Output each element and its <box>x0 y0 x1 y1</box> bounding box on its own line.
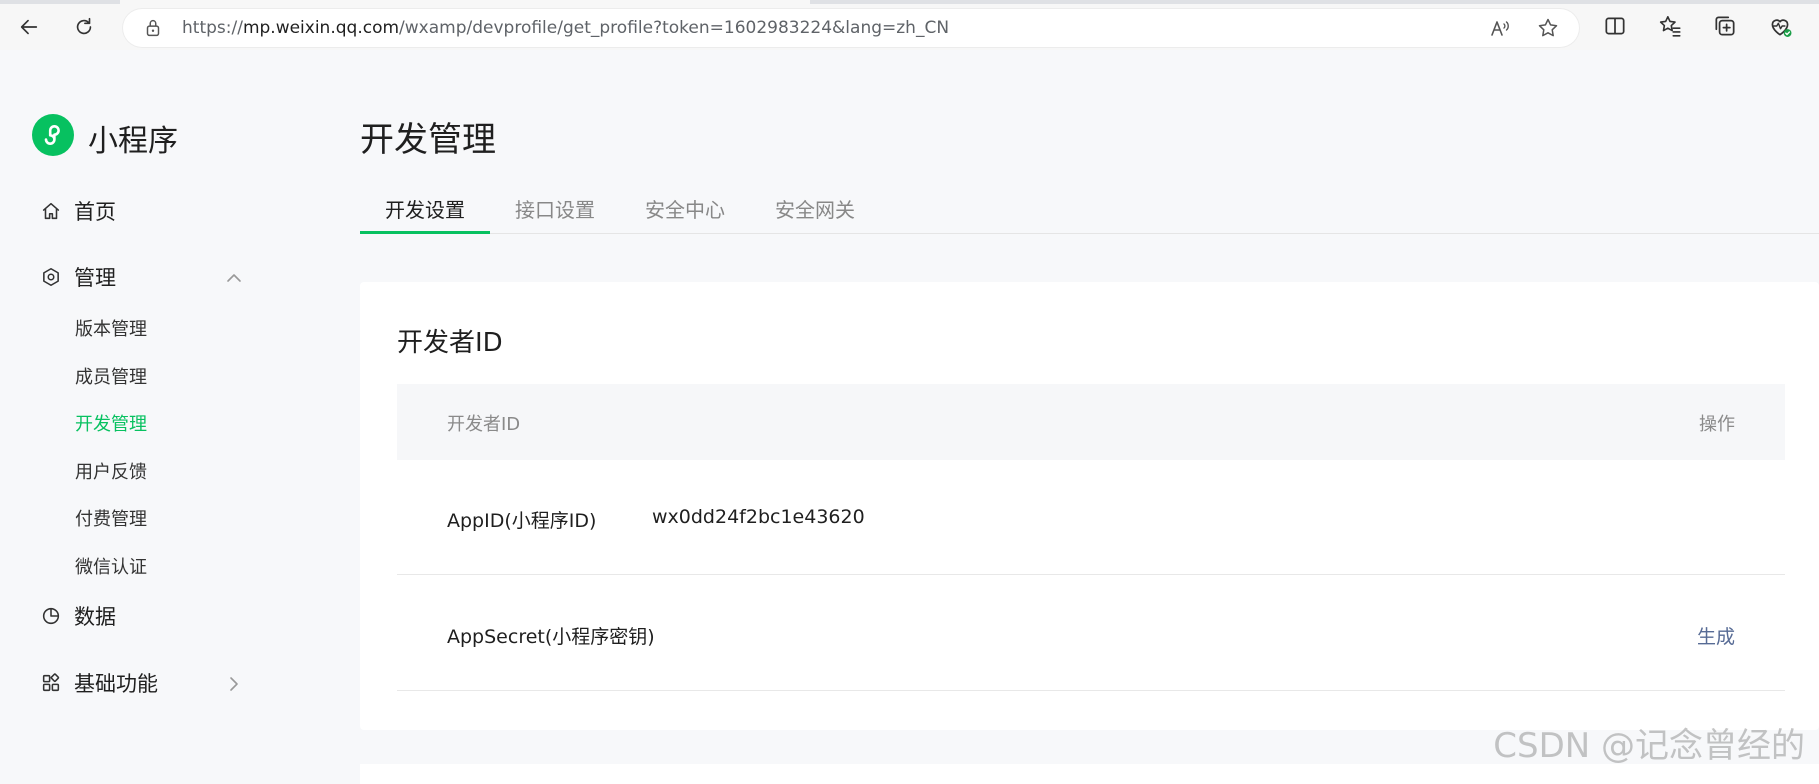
browser-toolbar: https://mp.weixin.qq.com/wxamp/devprofil… <box>0 0 1819 50</box>
sidebar-item-manage[interactable]: 管理 <box>40 260 116 294</box>
chevron-right-icon[interactable] <box>224 674 244 694</box>
sidebar: 小程序 首页 管理 版本管理 成员管理 开发管理 用户反馈 付费管理 微信认证 … <box>0 50 290 772</box>
card-title: 开发者ID <box>397 328 503 358</box>
tab-bar: 开发设置 接口设置 安全中心 安全网关 <box>360 182 1819 234</box>
table-row-appsecret: AppSecret(小程序密钥) 生成 <box>397 576 1785 691</box>
appsecret-label: AppSecret(小程序密钥) <box>447 626 655 648</box>
browser-essentials-icon[interactable] <box>1767 13 1793 39</box>
column-header-action: 操作 <box>1699 414 1735 435</box>
miniprogram-logo-icon <box>44 125 60 145</box>
address-bar[interactable]: https://mp.weixin.qq.com/wxamp/devprofil… <box>122 8 1580 48</box>
read-aloud-icon[interactable] <box>1488 16 1512 40</box>
url-scheme: https:// <box>182 18 243 38</box>
next-card <box>360 764 1819 784</box>
miniprogram-logo[interactable] <box>32 114 74 156</box>
star-icon[interactable] <box>1536 16 1560 40</box>
appid-label: AppID(小程序ID) <box>447 510 597 532</box>
url-path: /wxamp/devprofile/get_profile?token=1602… <box>399 18 950 38</box>
sidebar-item-label: 管理 <box>74 266 116 290</box>
collections-icon[interactable] <box>1712 13 1738 39</box>
home-icon <box>42 202 60 220</box>
sidebar-item-data[interactable]: 数据 <box>40 599 116 633</box>
tab-strip <box>0 0 1819 4</box>
brand-title[interactable]: 小程序 <box>88 116 178 160</box>
sidebar-subitem-development[interactable]: 开发管理 <box>75 410 147 436</box>
url-text[interactable]: https://mp.weixin.qq.com/wxamp/devprofil… <box>182 18 949 38</box>
lock-icon[interactable] <box>142 17 164 39</box>
sidebar-subitem-payment[interactable]: 付费管理 <box>75 505 147 531</box>
sidebar-subitem-members[interactable]: 成员管理 <box>75 363 147 389</box>
generate-secret-link[interactable]: 生成 <box>1697 622 1735 649</box>
tab-security-gateway[interactable]: 安全网关 <box>775 194 855 223</box>
split-screen-icon[interactable] <box>1602 13 1628 39</box>
active-browser-tab[interactable] <box>120 0 810 4</box>
tab-dev-settings[interactable]: 开发设置 <box>385 194 465 223</box>
favorites-icon[interactable] <box>1657 13 1683 39</box>
sidebar-subitem-feedback[interactable]: 用户反馈 <box>75 458 147 484</box>
arrow-left-icon <box>20 19 38 35</box>
sidebar-item-label: 数据 <box>74 605 116 629</box>
pie-chart-icon <box>42 607 60 625</box>
sidebar-subitem-verification[interactable]: 微信认证 <box>75 553 147 579</box>
watermark: CSDN @记念曾经的 <box>1493 726 1805 766</box>
sidebar-item-basic-features[interactable]: 基础功能 <box>40 666 158 700</box>
column-header-id: 开发者ID <box>447 414 521 435</box>
refresh-icon <box>76 17 92 35</box>
active-tab-indicator <box>360 231 490 234</box>
chevron-up-icon[interactable] <box>224 268 244 288</box>
table-header: 开发者ID 操作 <box>397 384 1785 460</box>
sidebar-item-home[interactable]: 首页 <box>40 194 116 228</box>
refresh-button[interactable] <box>67 10 101 44</box>
back-button[interactable] <box>12 10 46 44</box>
sidebar-item-label: 首页 <box>74 200 116 224</box>
grid-icon <box>42 673 60 692</box>
tab-api-settings[interactable]: 接口设置 <box>515 194 595 223</box>
tab-security-center[interactable]: 安全中心 <box>645 194 725 223</box>
hexagon-settings-icon <box>43 267 59 287</box>
table-row-appid: AppID(小程序ID) wx0dd24f2bc1e43620 <box>397 460 1785 575</box>
url-host: mp.weixin.qq.com <box>242 18 400 38</box>
page-title: 开发管理 <box>360 120 496 160</box>
developer-id-card: 开发者ID 开发者ID 操作 AppID(小程序ID) wx0dd24f2bc1… <box>360 282 1819 730</box>
appid-value: wx0dd24f2bc1e43620 <box>652 506 865 528</box>
sidebar-subitem-version[interactable]: 版本管理 <box>75 315 147 341</box>
sidebar-item-label: 基础功能 <box>74 672 158 696</box>
